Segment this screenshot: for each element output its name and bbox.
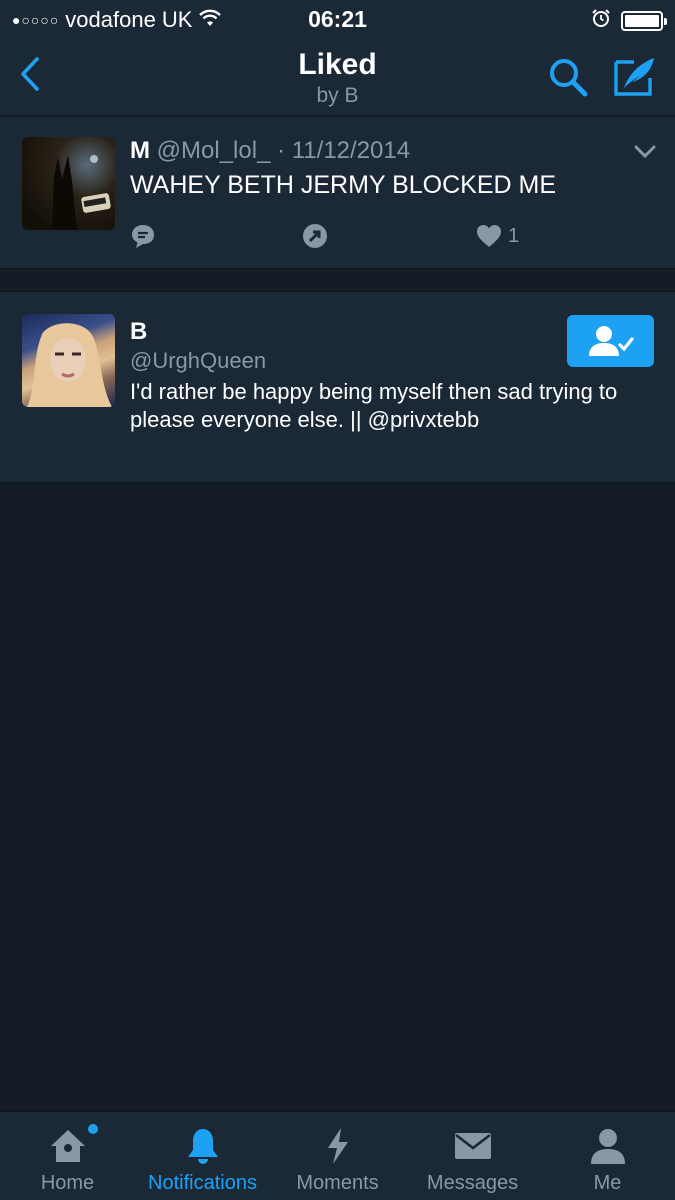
compose-icon [614, 58, 654, 96]
battery-icon [621, 10, 667, 31]
compose-button[interactable] [612, 54, 658, 100]
share-button[interactable] [302, 221, 328, 251]
status-right [591, 8, 667, 33]
tab-label: Moments [296, 1172, 379, 1194]
tweet-card[interactable]: M @Mol_lol_ · 11/12/2014 WAHEY BETH JERM… [0, 117, 675, 269]
search-button[interactable] [545, 54, 591, 100]
tweet-text: WAHEY BETH JERMY BLOCKED ME [130, 171, 557, 199]
bell-icon [187, 1129, 218, 1164]
tab-label: Messages [426, 1172, 519, 1194]
app-root: ●○○○○ vodafone UK 06:21 Liked by B M @Mo… [0, 0, 675, 1200]
share-icon [303, 224, 327, 248]
alarm-icon [591, 8, 611, 33]
following-button[interactable] [567, 315, 654, 367]
reply-icon [132, 225, 154, 248]
envelope-icon [454, 1133, 491, 1159]
user-card[interactable]: B @UrghQueen I'd rather be happy being m… [0, 291, 675, 483]
person-icon [590, 1129, 625, 1164]
tweet-author-avatar[interactable] [22, 137, 115, 230]
tweet-author-name[interactable]: M [130, 137, 150, 164]
like-count: 1 [508, 224, 520, 247]
avatar-photo [27, 323, 112, 407]
tweet-handle-date: @Mol_lol_ · 11/12/2014 [156, 137, 411, 164]
tab-messages[interactable]: Messages [405, 1112, 540, 1200]
tab-label: Me [593, 1172, 622, 1194]
user-bio: I'd rather be happy being myself then sa… [130, 379, 618, 432]
status-time: 06:21 [308, 6, 367, 32]
top-bar: ●○○○○ vodafone UK 06:21 Liked by B [0, 0, 675, 116]
user-avatar[interactable] [22, 314, 115, 407]
like-button[interactable]: 1 [476, 221, 519, 251]
avatar-photo [52, 155, 111, 230]
lightning-icon [327, 1128, 348, 1164]
tab-home[interactable]: Home [0, 1112, 135, 1200]
status-bar: ●○○○○ vodafone UK 06:21 [0, 0, 675, 40]
search-icon [550, 59, 588, 97]
user-handle: @UrghQueen [130, 348, 267, 373]
nav-bar: Liked by B [0, 40, 675, 116]
tab-bar: Home Notifications Moments Messages Me [0, 1111, 675, 1200]
tweet-actions: 1 [130, 221, 550, 251]
heart-icon [477, 225, 501, 247]
tab-moments[interactable]: Moments [270, 1112, 405, 1200]
tab-me[interactable]: Me [540, 1112, 675, 1200]
home-icon [50, 1130, 85, 1162]
chevron-down-icon[interactable] [633, 144, 657, 160]
tab-label: Notifications [148, 1172, 257, 1194]
tab-label: Home [40, 1172, 95, 1194]
following-check-icon [588, 326, 634, 356]
tweet-header: M @Mol_lol_ · 11/12/2014 [130, 137, 410, 165]
tab-notifications[interactable]: Notifications [135, 1112, 270, 1200]
user-name[interactable]: B [130, 318, 147, 346]
home-notification-dot [88, 1124, 98, 1134]
reply-button[interactable] [130, 221, 156, 251]
